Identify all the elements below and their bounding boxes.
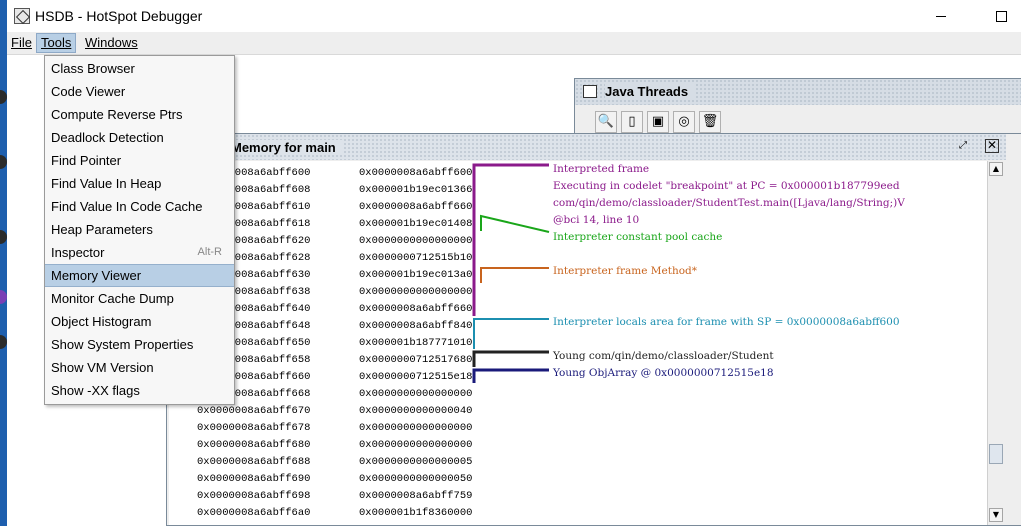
bracket-constant-pool [480, 214, 550, 233]
desktop-icon [0, 335, 7, 349]
desktop-icon [0, 155, 7, 169]
menu-item-label: Object Histogram [51, 314, 152, 329]
scroll-down-icon[interactable]: ▼ [989, 508, 1003, 522]
delete-icon[interactable]: 🗑 [699, 111, 721, 133]
menu-item-label: Inspector [51, 245, 105, 260]
desktop-background [0, 0, 7, 526]
menu-item-show-system-properties[interactable]: Show System Properties [45, 333, 234, 356]
scroll-up-icon[interactable]: ▲ [989, 162, 1003, 176]
menu-item-heap-parameters[interactable]: Heap Parameters [45, 218, 234, 241]
menu-item-show-xx-flags[interactable]: Show -XX flags [45, 379, 234, 402]
menu-file[interactable]: File [7, 34, 36, 52]
minimize-button[interactable] [931, 6, 951, 26]
memory-viewer-title: Memory for main [231, 140, 342, 155]
bracket-young-student [472, 350, 549, 367]
menu-item-label: Show -XX flags [51, 383, 140, 398]
desktop-icon [0, 290, 7, 304]
memory-content: 0x0000008a6abff600 0x0000008a6abff600 0x00… [169, 161, 987, 525]
menu-windows[interactable]: Windows [81, 34, 142, 52]
restore-icon[interactable]: ⤢ [959, 140, 973, 154]
menu-item-code-viewer[interactable]: Code Viewer [45, 80, 234, 103]
annotation-text: Interpreter locals area for frame with S… [553, 316, 900, 328]
annotation-text: Interpreter constant pool cache [553, 231, 723, 243]
menu-item-object-histogram[interactable]: Object Histogram [45, 310, 234, 333]
menu-item-memory-viewer[interactable]: Memory Viewer [45, 264, 234, 287]
menu-item-label: Deadlock Detection [51, 130, 164, 145]
annotation-text: Interpreted frame [553, 163, 650, 175]
annotation-text: com/qin/demo/classloader/StudentTest.mai… [553, 197, 905, 209]
menu-item-monitor-cache-dump[interactable]: Monitor Cache Dump [45, 287, 234, 310]
memory-viewer-frame: Memory for main ⤢ ✕ 0x0000008a6abff600 0x… [166, 133, 1021, 526]
menu-item-label: Show VM Version [51, 360, 154, 375]
menu-item-find-value-in-code-cache[interactable]: Find Value In Code Cache [45, 195, 234, 218]
frame-icon [583, 85, 597, 98]
close-icon[interactable]: ✕ [985, 139, 999, 153]
window-title: HSDB - HotSpot Debugger [35, 8, 203, 24]
vertical-scrollbar[interactable]: ▲ ▼ [987, 161, 1004, 525]
desktop-icon [0, 90, 7, 104]
menu-item-class-browser[interactable]: Class Browser [45, 57, 234, 80]
menu-item-label: Memory Viewer [51, 268, 142, 283]
menu-item-show-vm-version[interactable]: Show VM Version [45, 356, 234, 379]
menu-item-accelerator: Alt-R [197, 246, 222, 258]
tools-menu-dropdown: Class Browser Code Viewer Compute Reverse … [44, 55, 235, 405]
menu-item-label: Compute Reverse Ptrs [51, 107, 183, 122]
menu-item-label: Code Viewer [51, 84, 126, 99]
side-panel-edge [1006, 134, 1021, 525]
bracket-interpreted-frame [472, 163, 549, 316]
bracket-method [480, 267, 549, 283]
annotation-text: Executing in codelet "breakpoint" at PC … [553, 180, 900, 192]
annotation-text: @bci 14, line 10 [553, 214, 640, 226]
menu-tools[interactable]: Tools [36, 33, 77, 53]
maximize-button[interactable] [991, 6, 1011, 26]
bracket-locals [473, 318, 549, 349]
annotation-text: Interpreter frame Method* [553, 265, 698, 277]
menu-item-inspector[interactable]: Inspector Alt-R [45, 241, 234, 264]
menu-item-label: Find Value In Code Cache [51, 199, 203, 214]
menu-item-label: Heap Parameters [51, 222, 153, 237]
menu-item-label: Show System Properties [51, 337, 194, 352]
menu-item-find-pointer[interactable]: Find Pointer [45, 149, 234, 172]
memory-viewer-title-bar[interactable]: Memory for main ⤢ ✕ [167, 134, 1021, 160]
title-bar: HSDB - HotSpot Debugger [7, 0, 1021, 32]
menu-item-label: Find Pointer [51, 153, 122, 168]
java-threads-title-bar[interactable]: Java Threads [575, 79, 1021, 105]
inspect-thread-icon[interactable]: 🔍 [595, 111, 617, 133]
scrollbar-thumb[interactable] [989, 444, 1003, 464]
main-window: HSDB - HotSpot Debugger File Tools Windo… [7, 0, 1021, 526]
menu-item-label: Class Browser [51, 61, 135, 76]
java-threads-title: Java Threads [605, 84, 695, 99]
app-icon [14, 8, 30, 24]
menu-item-compute-reverse-ptrs[interactable]: Compute Reverse Ptrs [45, 103, 234, 126]
menu-item-deadlock-detection[interactable]: Deadlock Detection [45, 126, 234, 149]
bracket-young-objarray [472, 368, 549, 383]
menu-bar: File Tools Windows [7, 32, 1021, 55]
thread-info-icon[interactable]: ▣ [647, 111, 669, 133]
desktop-icon [0, 230, 7, 244]
annotation-text: Young ObjArray @ 0x0000000712515e18 [553, 367, 774, 379]
annotation-text: Young com/qin/demo/classloader/Student [553, 350, 774, 362]
menu-item-find-value-in-heap[interactable]: Find Value In Heap [45, 172, 234, 195]
menu-item-label: Monitor Cache Dump [51, 291, 174, 306]
find-crash-icon[interactable]: ◎ [673, 111, 695, 133]
menu-item-label: Find Value In Heap [51, 176, 162, 191]
stack-memory-icon[interactable]: ▯ [621, 111, 643, 133]
